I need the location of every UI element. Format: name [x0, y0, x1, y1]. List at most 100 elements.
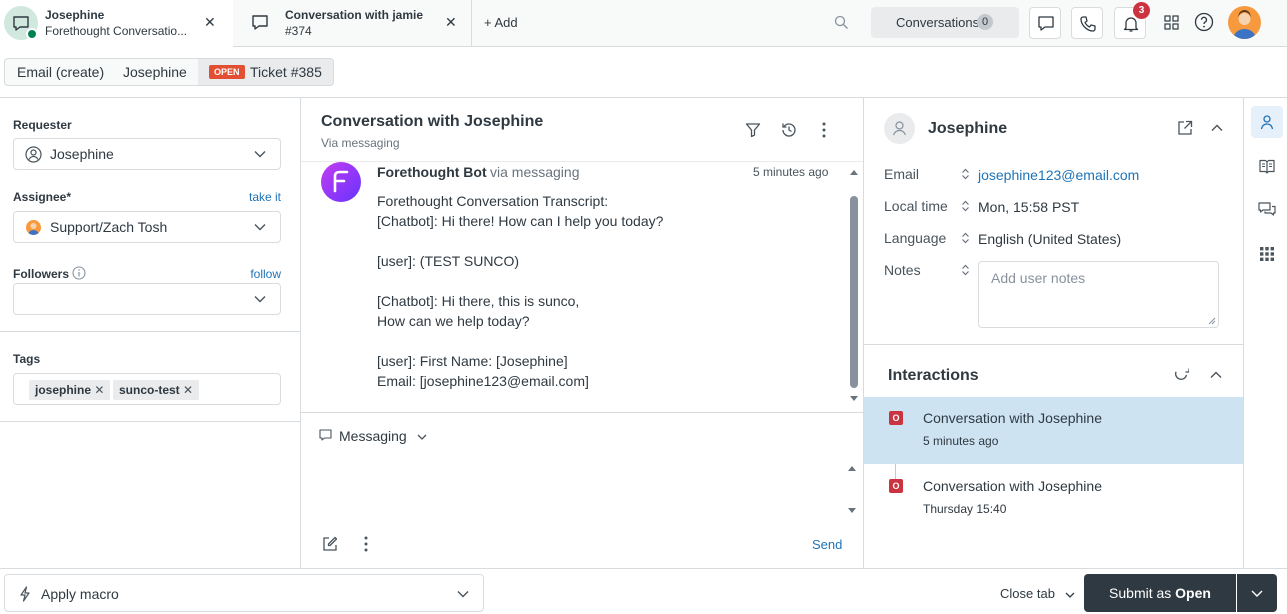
info-icon [72, 266, 86, 280]
follow-link[interactable]: follow [250, 267, 281, 281]
message-time: 5 minutes ago [753, 165, 829, 179]
agent-avatar-icon [1233, 10, 1256, 39]
open-status-badge: O [889, 479, 903, 493]
message-line: [Chatbot]: Hi there, this is sunco, [377, 293, 580, 309]
remove-tag-icon[interactable]: ✕ [183, 383, 193, 397]
more-options-icon[interactable] [364, 536, 368, 552]
tab-josephine[interactable]: Josephine Forethought Conversatio... ✕ [0, 0, 233, 47]
requester-label: Requester [13, 118, 72, 132]
tag-josephine: josephine ✕ [29, 380, 111, 400]
interaction-item[interactable]: O Conversation with Josephine Thursday 1… [864, 465, 1243, 532]
interaction-time: 5 minutes ago [923, 434, 999, 448]
divider [301, 161, 863, 162]
notification-count-badge: 3 [1133, 2, 1150, 19]
chevron-down-icon [254, 224, 266, 231]
compose-icon[interactable] [322, 536, 338, 552]
chat-button[interactable] [1029, 7, 1061, 39]
history-icon[interactable] [780, 121, 798, 139]
tab-conversation-jamie[interactable]: Conversation with jamie #374 ✕ [233, 0, 472, 46]
assignee-select[interactable]: Support/Zach Tosh [13, 211, 281, 243]
assignee-avatar [26, 220, 41, 235]
knowledge-book-icon[interactable] [1259, 158, 1275, 174]
scrollbar-thumb[interactable] [850, 196, 858, 388]
search-icon[interactable] [834, 15, 849, 30]
notes-textarea[interactable]: Add user notes [978, 261, 1219, 328]
interaction-title: Conversation with Josephine [923, 410, 1102, 426]
conversations-button[interactable]: Conversations 0 [871, 7, 1019, 38]
chat-icon [1038, 16, 1054, 31]
remove-tag-icon[interactable]: ✕ [94, 383, 104, 397]
composer-channel-label: Messaging [339, 428, 407, 444]
customer-avatar [884, 113, 915, 144]
submit-options-button[interactable] [1237, 574, 1277, 612]
followers-select[interactable] [13, 283, 281, 315]
conversations-icon[interactable] [1258, 202, 1276, 218]
chevron-down-icon [457, 591, 469, 598]
breadcrumb-email-create[interactable]: Email (create) [4, 58, 118, 86]
external-link-icon[interactable] [1177, 120, 1193, 136]
breadcrumb-ticket[interactable]: OPEN Ticket #385 [198, 58, 334, 86]
conversation-subtitle: Via messaging [321, 136, 400, 150]
message-line: [Chatbot]: Hi there! How can I help you … [377, 213, 664, 229]
message-line: [user]: First Name: [Josephine] [377, 353, 568, 369]
scroll-up-arrow-icon[interactable] [848, 465, 856, 471]
user-icon [892, 121, 907, 136]
email-value[interactable]: josephine123@email.com [978, 167, 1139, 183]
lightning-icon [20, 586, 30, 602]
chevron-up-icon[interactable] [1211, 124, 1223, 132]
bot-avatar [321, 162, 361, 202]
divider [0, 421, 300, 422]
notifications-button[interactable]: 3 [1114, 2, 1150, 39]
chevron-up-icon[interactable] [1210, 371, 1222, 379]
notes-label: Notes [884, 262, 921, 278]
message-line [377, 231, 663, 251]
message-line: [user]: (TEST SUNCO) [377, 253, 520, 269]
agent-avatar-icon [28, 223, 39, 235]
ticket-properties-panel: Requester Josephine Assignee* take it Su… [0, 98, 301, 568]
assignee-value: Support/Zach Tosh [50, 219, 168, 235]
apps-icon[interactable] [1260, 247, 1274, 261]
close-tab-button[interactable]: Close tab [1000, 586, 1075, 601]
message-channel: via messaging [490, 164, 580, 180]
message-scrollbar[interactable] [848, 166, 860, 406]
interactions-title: Interactions [888, 367, 979, 384]
add-tab-button[interactable]: + Add [484, 15, 518, 30]
phone-button[interactable] [1071, 7, 1103, 39]
composer-channel-select[interactable]: Messaging [339, 428, 427, 444]
sort-arrows-icon [962, 200, 969, 212]
submit-as-open-button[interactable]: Submit as Open [1084, 574, 1236, 612]
take-it-link[interactable]: take it [249, 190, 281, 204]
refresh-icon[interactable] [1173, 367, 1189, 383]
requester-select[interactable]: Josephine [13, 138, 281, 170]
apply-macro-select[interactable]: Apply macro [4, 574, 484, 612]
tab-subtitle: Forethought Conversatio... [45, 24, 188, 38]
message-sender: Forethought Bot [377, 164, 487, 180]
online-status-dot [26, 28, 38, 40]
customer-context-button[interactable] [1251, 106, 1283, 138]
submit-status: Open [1175, 585, 1211, 601]
divider [0, 331, 300, 332]
tags-input[interactable]: josephine ✕ sunco-test ✕ [13, 373, 281, 405]
apply-macro-label: Apply macro [41, 586, 119, 602]
local-time-value: Mon, 15:58 PST [978, 199, 1080, 215]
close-tab-icon[interactable]: ✕ [204, 14, 216, 31]
send-button[interactable]: Send [812, 537, 842, 552]
interaction-item[interactable]: O Conversation with Josephine 5 minutes … [864, 397, 1243, 464]
top-bar: Josephine Forethought Conversatio... ✕ C… [0, 0, 1287, 47]
help-icon[interactable] [1194, 12, 1214, 32]
filter-icon[interactable] [745, 122, 761, 138]
plus-icon: + [484, 15, 492, 30]
chat-icon [252, 15, 268, 30]
email-label: Email [884, 166, 920, 182]
divider [864, 344, 1243, 345]
composer-textarea[interactable] [319, 454, 839, 514]
interaction-title: Conversation with Josephine [923, 478, 1102, 494]
breadcrumb-user[interactable]: Josephine [111, 58, 200, 86]
customer-context-panel: Josephine Email josephine123@email.com L… [864, 98, 1244, 568]
conversation-title: Conversation with Josephine [321, 113, 544, 130]
user-avatar[interactable] [1228, 6, 1261, 39]
more-options-icon[interactable] [822, 122, 826, 138]
close-tab-icon[interactable]: ✕ [445, 14, 457, 31]
scroll-down-arrow-icon[interactable] [848, 508, 856, 514]
apps-grid-icon[interactable] [1164, 15, 1180, 31]
